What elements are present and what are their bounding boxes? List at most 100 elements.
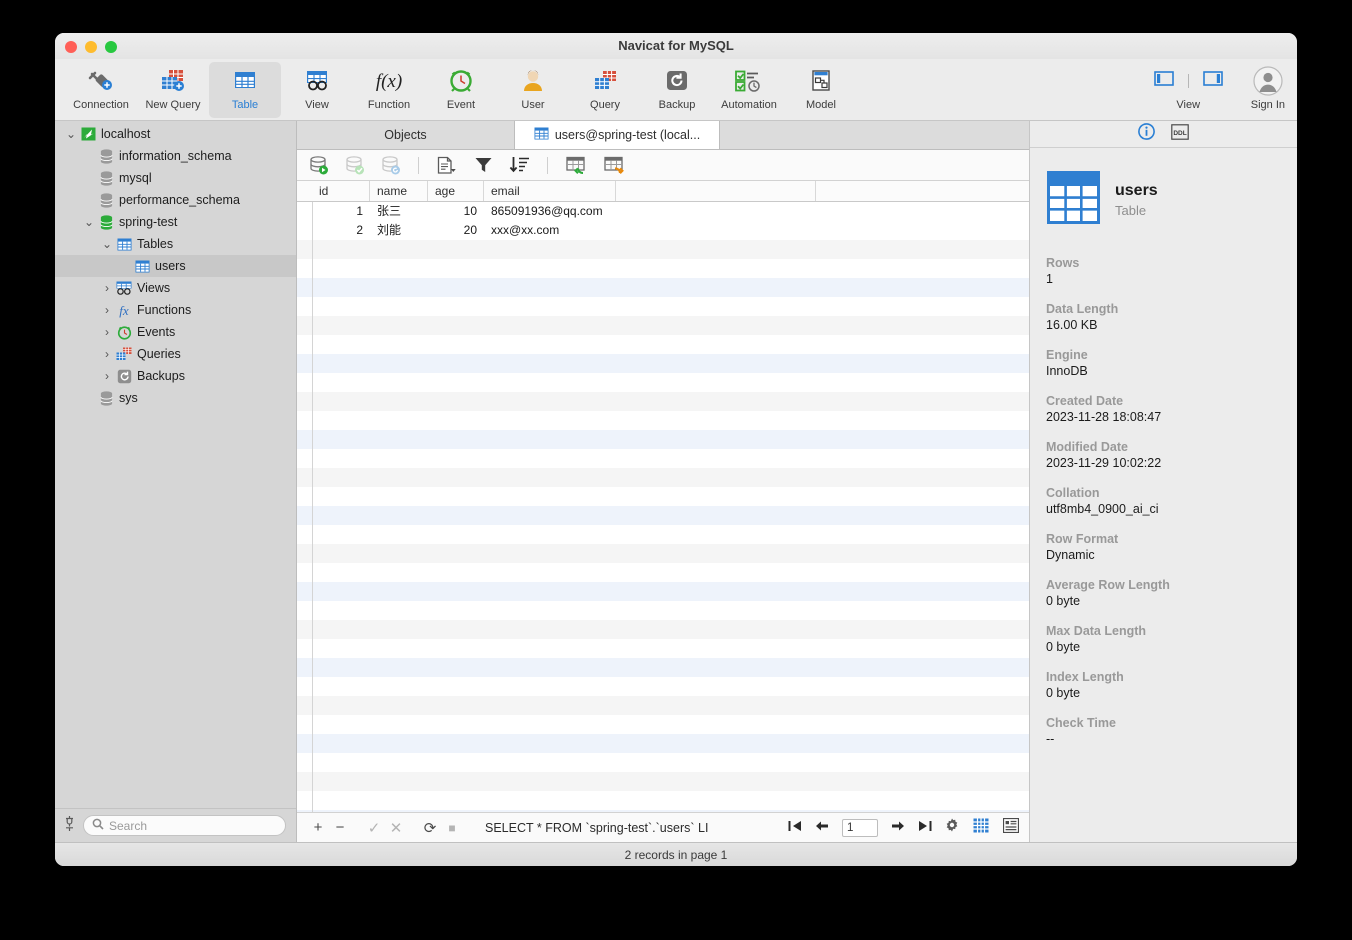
toolbar-button-new-query[interactable]: New Query bbox=[137, 62, 209, 118]
tree-item-queries[interactable]: › Queries bbox=[55, 343, 296, 365]
toolbar-button-function[interactable]: f(x) Function bbox=[353, 62, 425, 118]
column-header[interactable]: id bbox=[312, 181, 370, 201]
data-grid[interactable]: id name age email 1 张三 10 865091936@qq.com 2 刘能 2… bbox=[297, 181, 1029, 812]
toolbar-button-signin[interactable]: Sign In bbox=[1251, 62, 1285, 111]
chevron-down-icon[interactable]: ⌄ bbox=[63, 127, 79, 141]
tree-item-information-schema[interactable]: information_schema bbox=[55, 145, 296, 167]
toolbar-button-model[interactable]: Model bbox=[785, 62, 857, 118]
model-icon bbox=[806, 66, 836, 96]
note-icon[interactable] bbox=[436, 156, 458, 175]
column-header[interactable]: age bbox=[428, 181, 484, 201]
grid-body[interactable]: 1 张三 10 865091936@qq.com 2 刘能 20 xxx@xx.com bbox=[297, 202, 1029, 812]
toolbar-divider bbox=[547, 156, 548, 174]
chevron-down-icon[interactable]: ⌄ bbox=[99, 237, 115, 251]
form-view-button[interactable] bbox=[1002, 817, 1020, 838]
toolbar-divider bbox=[1187, 74, 1189, 88]
table-cell[interactable]: 2 bbox=[312, 221, 370, 240]
svg-text:fx: fx bbox=[119, 303, 129, 318]
refresh-button[interactable]: ⟳ bbox=[419, 819, 441, 837]
previous-page-button[interactable] bbox=[815, 819, 829, 837]
empty-row bbox=[297, 487, 1029, 506]
column-header[interactable]: email bbox=[484, 181, 616, 201]
chevron-down-icon[interactable]: ⌄ bbox=[81, 215, 97, 229]
tree-item-users[interactable]: users bbox=[55, 255, 296, 277]
filter-icon[interactable] bbox=[474, 156, 493, 174]
delete-record-button[interactable]: − bbox=[329, 819, 351, 836]
tree-item-events[interactable]: › Events bbox=[55, 321, 296, 343]
tree-item-backups[interactable]: › Backups bbox=[55, 365, 296, 387]
chevron-right-icon[interactable]: › bbox=[99, 303, 115, 317]
chevron-right-icon[interactable]: › bbox=[99, 369, 115, 383]
toolbar-button-user[interactable]: User bbox=[497, 62, 569, 118]
add-record-button[interactable]: + bbox=[307, 819, 329, 836]
empty-row bbox=[297, 373, 1029, 392]
page-number-input[interactable] bbox=[842, 818, 878, 837]
toolbar-button-table[interactable]: Table bbox=[209, 62, 281, 118]
stop-button[interactable]: ■ bbox=[441, 821, 463, 835]
table-cell[interactable] bbox=[616, 202, 816, 221]
table-row[interactable]: 2 刘能 20 xxx@xx.com bbox=[297, 221, 1029, 240]
table-cell[interactable]: 刘能 bbox=[370, 221, 428, 240]
last-page-button[interactable] bbox=[918, 819, 932, 837]
tree-item-views[interactable]: › Views bbox=[55, 277, 296, 299]
begin-transaction-icon[interactable] bbox=[309, 155, 329, 175]
connection-green-icon bbox=[79, 127, 97, 141]
table-cell[interactable]: 10 bbox=[428, 202, 484, 221]
apply-changes-button[interactable]: ✓ bbox=[363, 819, 385, 837]
toolbar-button-query[interactable]: Query bbox=[569, 62, 641, 118]
tab-users-table[interactable]: users@spring-test (local... bbox=[515, 121, 720, 149]
empty-row bbox=[297, 354, 1029, 373]
search-field[interactable] bbox=[83, 815, 286, 836]
rollback-icon[interactable] bbox=[381, 155, 401, 175]
chevron-right-icon[interactable]: › bbox=[99, 325, 115, 339]
tree-item-sys[interactable]: sys bbox=[55, 387, 296, 409]
import-wizard-icon[interactable] bbox=[565, 156, 587, 174]
toolbar-button-backup[interactable]: Backup bbox=[641, 62, 713, 118]
tree-item-tables[interactable]: ⌄ Tables bbox=[55, 233, 296, 255]
minimize-window-button[interactable] bbox=[85, 41, 97, 53]
table-cell[interactable]: 20 bbox=[428, 221, 484, 240]
tab-objects[interactable]: Objects bbox=[297, 121, 515, 149]
table-cell[interactable]: xxx@xx.com bbox=[484, 221, 616, 240]
column-header[interactable]: name bbox=[370, 181, 428, 201]
sort-icon[interactable] bbox=[509, 156, 530, 174]
table-cell[interactable] bbox=[616, 221, 816, 240]
sidebar-toggle-icon[interactable] bbox=[1153, 71, 1174, 91]
gear-icon[interactable] bbox=[945, 818, 959, 837]
info-property-key: Max Data Length bbox=[1046, 624, 1147, 638]
chevron-right-icon[interactable]: › bbox=[99, 281, 115, 295]
cancel-changes-button[interactable]: ✕ bbox=[385, 819, 407, 837]
tree-item-mysql[interactable]: mysql bbox=[55, 167, 296, 189]
export-wizard-icon[interactable] bbox=[603, 156, 625, 174]
toolbar-button-automation[interactable]: Automation bbox=[713, 62, 785, 118]
tree-item-localhost[interactable]: ⌄ localhost bbox=[55, 123, 296, 145]
toolbar-label: Query bbox=[590, 99, 620, 111]
toolbar-button-event[interactable]: Event bbox=[425, 62, 497, 118]
toolbar-button-connection[interactable]: Connection bbox=[65, 62, 137, 118]
tree-item-performance-schema[interactable]: performance_schema bbox=[55, 189, 296, 211]
table-cell[interactable]: 1 bbox=[312, 202, 370, 221]
table-cell[interactable]: 865091936@qq.com bbox=[484, 202, 616, 221]
table-row[interactable]: 1 张三 10 865091936@qq.com bbox=[297, 202, 1029, 221]
infopanel-toggle-icon[interactable] bbox=[1202, 71, 1223, 91]
column-header[interactable] bbox=[616, 181, 816, 201]
grid-view-button[interactable] bbox=[973, 818, 989, 838]
info-tab-icon[interactable] bbox=[1138, 123, 1155, 145]
info-panel: DDL users Table Rows 1 Data Length 16.00… bbox=[1029, 121, 1297, 842]
object-tree[interactable]: ⌄ localhost information_schema mysql perform… bbox=[55, 121, 296, 808]
toolbar-button-view[interactable]: View bbox=[281, 62, 353, 118]
ddl-tab-icon[interactable]: DDL bbox=[1171, 123, 1189, 145]
toolbar-view-toggle[interactable]: View bbox=[1153, 62, 1223, 111]
chevron-right-icon[interactable]: › bbox=[99, 347, 115, 361]
database-gray-icon bbox=[97, 192, 115, 208]
tree-item-spring-test[interactable]: ⌄ spring-test bbox=[55, 211, 296, 233]
table-cell[interactable]: 张三 bbox=[370, 202, 428, 221]
maximize-window-button[interactable] bbox=[105, 41, 117, 53]
search-input[interactable] bbox=[109, 818, 277, 833]
empty-row bbox=[297, 449, 1029, 468]
first-page-button[interactable] bbox=[788, 819, 802, 837]
tree-item-functions[interactable]: › fx Functions bbox=[55, 299, 296, 321]
next-page-button[interactable] bbox=[891, 819, 905, 837]
close-window-button[interactable] bbox=[65, 41, 77, 53]
commit-icon[interactable] bbox=[345, 155, 365, 175]
